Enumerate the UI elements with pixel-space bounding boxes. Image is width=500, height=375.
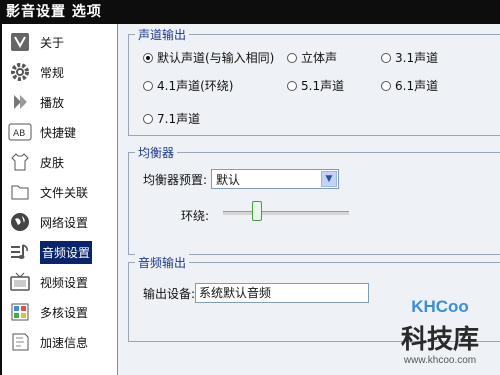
sidebar-item-about[interactable]: 关于 [2, 28, 117, 56]
radio-dot [287, 80, 297, 91]
folder-icon [8, 180, 32, 204]
play-arrow-icon [8, 90, 32, 114]
output-device-label: 输出设备: [143, 287, 196, 301]
gear-icon [8, 60, 32, 84]
sidebar-item-label: 加速信息 [40, 335, 89, 350]
shirt-icon [8, 150, 32, 174]
keyboard-ab-icon: AB [8, 120, 32, 144]
sidebar-item-label: 视频设置 [40, 275, 89, 290]
channel-output-group: 声道输出 默认声道(与输入相同) 立体声 3.1声道 4.1声道(环绕) 5.1… [128, 26, 500, 136]
sidebar-item-label: 关于 [40, 35, 65, 50]
tv-icon [8, 270, 32, 294]
watermark-name: 科技库 [400, 325, 479, 355]
radio-dot [381, 80, 391, 91]
equalizer-group: 均衡器 均衡器预置: 默认 ▼ 环绕: [128, 144, 500, 255]
sidebar-item-multicore[interactable]: 多核设置 [2, 298, 117, 326]
radio-label: 7.1声道 [157, 112, 201, 126]
radio-channel-7-1[interactable]: 7.1声道 [143, 110, 200, 127]
sidebar-item-label: 常规 [40, 65, 65, 80]
radio-dot [143, 113, 153, 124]
eq-preset-label: 均衡器预置: [143, 173, 208, 187]
radio-dot [143, 52, 153, 63]
about-book-icon [8, 30, 32, 54]
sidebar-item-audio[interactable]: 音频设置 [2, 238, 117, 266]
eq-preset-value: 默认 [216, 172, 241, 187]
watermark-logo: KHCoo 科技库 www.khcoo.com [384, 297, 496, 373]
surround-label: 环绕: [181, 209, 210, 223]
sidebar-item-skin[interactable]: 皮肤 [2, 148, 117, 176]
radio-channel-default[interactable]: 默认声道(与输入相同) [143, 49, 274, 66]
sidebar-item-network[interactable]: 网络设置 [2, 208, 117, 236]
sidebar-item-label: 快捷键 [40, 125, 77, 140]
group-title: 声道输出 [135, 26, 190, 43]
radio-label: 默认声道(与输入相同) [157, 51, 275, 65]
sidebar-item-label: 播放 [40, 95, 65, 110]
radio-dot [287, 52, 297, 63]
watermark-logo-text: KHCoo [411, 297, 469, 316]
eq-preset-select[interactable]: 默认 ▼ [211, 169, 339, 189]
chevron-down-icon: ▼ [321, 171, 337, 187]
sidebar-item-label: 多核设置 [40, 305, 89, 320]
radio-dot [381, 52, 391, 63]
sidebar-item-video[interactable]: 视频设置 [2, 268, 117, 296]
output-device-field[interactable]: 系统默认音频 [195, 283, 369, 303]
radio-label: 4.1声道(环绕) [157, 79, 234, 93]
sidebar-item-file-assoc[interactable]: 文件关联 [2, 178, 117, 206]
sidebar-item-label: 网络设置 [40, 215, 89, 230]
audio-note-icon [8, 240, 32, 264]
sidebar-item-hotkeys[interactable]: AB 快捷键 [2, 118, 117, 146]
radio-channel-5-1[interactable]: 5.1声道 [287, 77, 344, 94]
group-title: 均衡器 [135, 144, 178, 161]
radio-channel-3-1[interactable]: 3.1声道 [381, 49, 438, 66]
radio-channel-6-1[interactable]: 6.1声道 [381, 77, 438, 94]
radio-channel-4-1[interactable]: 4.1声道(环绕) [143, 77, 233, 94]
sidebar-item-acceleration[interactable]: 加速信息 [2, 328, 117, 356]
accelerate-icon [8, 330, 32, 354]
group-title: 音频输出 [135, 254, 190, 271]
radio-label: 6.1声道 [395, 79, 439, 93]
radio-label: 立体声 [301, 51, 338, 65]
radio-dot [143, 80, 153, 91]
surround-slider-thumb[interactable] [252, 201, 262, 221]
svg-text:AB: AB [13, 129, 25, 139]
radio-label: 3.1声道 [395, 51, 439, 65]
radio-channel-stereo[interactable]: 立体声 [287, 49, 337, 66]
sidebar-item-general[interactable]: 常规 [2, 58, 117, 86]
sidebar-item-label: 文件关联 [40, 185, 89, 200]
globe-icon [8, 210, 32, 234]
window-title: 影音设置 选项 [0, 0, 500, 24]
watermark-url: www.khcoo.com [403, 355, 477, 366]
surround-slider-track[interactable] [223, 211, 349, 215]
radio-label: 5.1声道 [301, 79, 345, 93]
sidebar-item-label: 音频设置 [40, 240, 93, 264]
sidebar-item-playback[interactable]: 播放 [2, 88, 117, 116]
settings-sidebar: 关于 常规 播放 AB 快捷键 皮肤 文件关联 网络设置 音频设置 视频设置 多… [2, 24, 118, 375]
cpu-icon [8, 300, 32, 324]
sidebar-item-label: 皮肤 [40, 155, 65, 170]
